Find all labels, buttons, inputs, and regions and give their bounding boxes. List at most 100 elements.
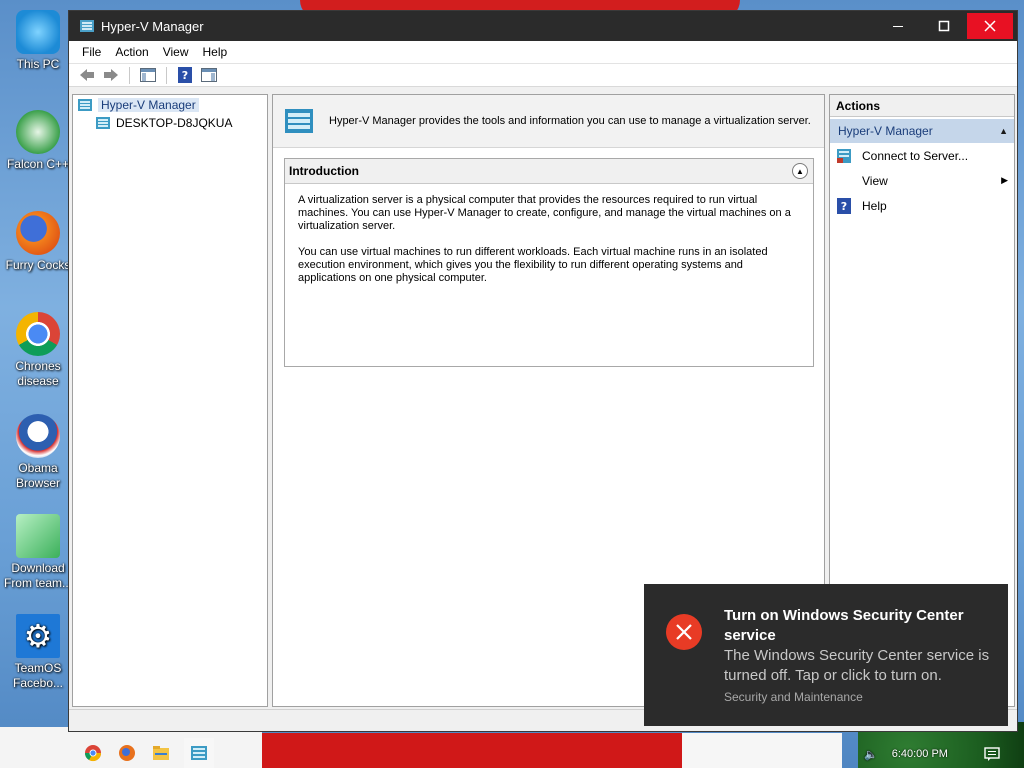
security-toast-notification[interactable]: Turn on Windows Security Center service … — [644, 584, 1008, 726]
collapse-up-icon[interactable]: ▲ — [792, 163, 808, 179]
gear-icon: ⚙ — [16, 614, 60, 658]
action-center-icon[interactable] — [984, 747, 1000, 761]
action-view[interactable]: View ▶ — [830, 168, 1014, 193]
system-tray: 🔈 6:40:00 PM — [826, 740, 1024, 768]
introduction-title: Introduction — [289, 164, 359, 178]
clock[interactable]: 6:40:00 PM — [892, 748, 948, 760]
folder-icon — [153, 746, 169, 760]
toast-title: Turn on Windows Security Center service — [724, 607, 964, 644]
forward-arrow-icon — [104, 69, 118, 81]
volume-icon[interactable]: 🔈 — [864, 748, 878, 761]
toolbar-separator — [166, 66, 167, 84]
wallpaper-decoration — [262, 733, 682, 768]
introduction-body: A virtualization server is a physical co… — [285, 184, 813, 285]
connect-server-icon — [837, 148, 851, 163]
desktop-icon-chrome[interactable]: Chrones disease — [2, 312, 74, 389]
chrome-icon — [84, 745, 102, 762]
forward-button[interactable] — [101, 66, 121, 85]
toast-body: The Windows Security Center service is t… — [724, 647, 990, 684]
taskbar-file-explorer[interactable] — [150, 742, 172, 764]
tree-item-label: DESKTOP-D8JQKUA — [116, 116, 233, 130]
desktop-icon-label: Furry Cocks — [5, 258, 71, 272]
wallpaper-decoration — [682, 733, 842, 768]
hyperv-icon — [80, 20, 94, 32]
desktop-icon-firefox[interactable]: Furry Cocks — [2, 211, 74, 273]
window-title: Hyper-V Manager — [101, 18, 204, 34]
firefox-icon — [119, 745, 135, 761]
obama-logo-icon — [16, 414, 60, 458]
svg-text:?: ? — [841, 200, 847, 213]
hyperv-large-icon — [285, 109, 313, 133]
desktop-icon-label: Chrones disease — [15, 359, 61, 388]
console-tree-icon — [140, 68, 156, 82]
minimize-icon — [893, 26, 903, 27]
menu-bar: File Action View Help — [69, 41, 1017, 64]
introduction-section: Introduction ▲ A virtualization server i… — [284, 158, 814, 367]
close-button[interactable] — [967, 13, 1013, 39]
introduction-paragraph: A virtualization server is a physical co… — [298, 194, 791, 232]
actions-title: Actions — [830, 95, 1014, 117]
svg-text:?: ? — [182, 69, 188, 82]
desktop-icon-label: TeamOS Facebo... — [12, 661, 64, 690]
desktop-icon-this-pc[interactable]: This PC — [2, 10, 74, 72]
collapse-triangle-icon: ▲ — [999, 126, 1008, 136]
blank-icon — [836, 173, 852, 189]
details-header: Hyper-V Manager provides the tools and i… — [273, 95, 824, 148]
taskbar-firefox[interactable] — [116, 742, 138, 764]
action-label: Help — [862, 198, 887, 213]
submenu-arrow-icon: ▶ — [1001, 175, 1008, 185]
console-tree-pane: Hyper-V Manager DESKTOP-D8JQKUA — [72, 94, 268, 707]
action-label: View — [862, 173, 888, 188]
menu-file[interactable]: File — [75, 41, 108, 64]
chrome-icon — [16, 312, 60, 356]
action-connect-to-server[interactable]: Connect to Server... — [830, 143, 1014, 168]
show-hide-console-tree-button[interactable] — [138, 66, 158, 85]
close-icon — [984, 20, 996, 32]
title-bar[interactable]: Hyper-V Manager — [69, 11, 1017, 41]
toolbar-separator — [129, 66, 130, 84]
desktop-icon-label: This PC — [16, 57, 60, 71]
details-description: Hyper-V Manager provides the tools and i… — [329, 115, 811, 127]
desktop-icon-label: Download From team... — [3, 561, 72, 590]
hyperv-icon — [191, 746, 207, 760]
notepad-icon — [16, 514, 60, 558]
desktop-icon-label: Obama Browser — [15, 461, 60, 490]
tree-item-hyperv-manager[interactable]: Hyper-V Manager — [77, 96, 267, 114]
window-controls — [875, 11, 1017, 41]
desktop-icon-label: Falcon C++ — [6, 157, 70, 171]
introduction-header[interactable]: Introduction ▲ — [285, 159, 813, 184]
show-hide-action-pane-button[interactable] — [199, 66, 219, 85]
desktop-icon-download[interactable]: Download From team... — [2, 514, 74, 591]
actions-group-label: Hyper-V Manager — [838, 124, 933, 138]
desktop-icon-teamos[interactable]: ⚙ TeamOS Facebo... — [2, 614, 74, 691]
action-label: Connect to Server... — [862, 148, 969, 163]
help-book-icon: ? — [837, 197, 851, 214]
menu-action[interactable]: Action — [108, 41, 155, 64]
menu-view[interactable]: View — [156, 41, 196, 64]
taskbar — [68, 738, 288, 768]
firefox-icon — [16, 211, 60, 255]
tree-item-server[interactable]: DESKTOP-D8JQKUA — [95, 114, 267, 132]
computer-icon — [16, 10, 60, 54]
tree-item-label: Hyper-V Manager — [98, 98, 199, 112]
introduction-paragraph: You can use virtual machines to run diff… — [298, 246, 768, 284]
menu-help[interactable]: Help — [196, 41, 235, 64]
action-help[interactable]: ? Help — [830, 193, 1014, 218]
server-icon — [96, 117, 110, 129]
minimize-button[interactable] — [875, 13, 921, 39]
toast-source: Security and Maintenance — [724, 690, 863, 704]
help-book-icon: ? — [178, 67, 192, 83]
back-button[interactable] — [77, 66, 97, 85]
maximize-button[interactable] — [921, 13, 967, 39]
taskbar-hyperv-manager[interactable] — [184, 738, 214, 768]
taskbar-chrome[interactable] — [82, 742, 104, 764]
toolbar: ? — [69, 64, 1017, 87]
help-button[interactable]: ? — [175, 66, 195, 85]
error-x-icon — [666, 614, 702, 650]
desktop-icon-obama-browser[interactable]: Obama Browser — [2, 414, 74, 491]
actions-group-hyperv-manager[interactable]: Hyper-V Manager ▲ — [830, 119, 1014, 143]
action-pane-icon — [201, 68, 217, 82]
maximize-icon — [938, 20, 950, 32]
falcon-cpp-icon — [16, 110, 60, 154]
desktop-icon-falcon[interactable]: Falcon C++ — [2, 110, 74, 172]
